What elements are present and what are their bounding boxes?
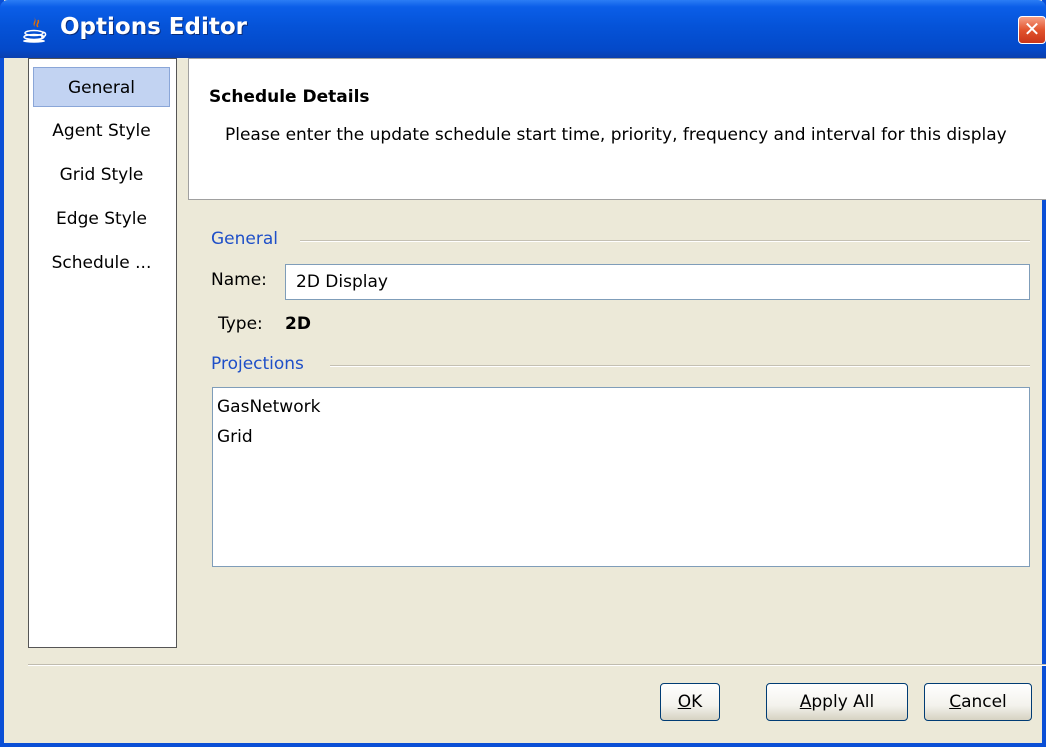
title-bar[interactable]: Options Editor ✕ xyxy=(0,0,1046,58)
list-item[interactable]: GasNetwork xyxy=(217,397,320,417)
sidebar-item-general[interactable]: General xyxy=(33,67,170,107)
name-input[interactable]: 2D Display xyxy=(285,264,1030,300)
sidebar-item-edge-style[interactable]: Edge Style xyxy=(33,199,170,239)
sidebar-item-label: Agent Style xyxy=(52,121,151,141)
sidebar-item-label: General xyxy=(68,78,135,98)
footer-divider xyxy=(28,664,1046,666)
general-section-divider xyxy=(300,240,1030,242)
sidebar-item-label: Schedule ... xyxy=(51,253,152,273)
projections-section-label: Projections xyxy=(211,354,304,374)
apply-all-button[interactable]: Apply All xyxy=(766,683,908,721)
list-item[interactable]: Grid xyxy=(217,427,253,447)
type-value: 2D xyxy=(285,314,311,334)
projections-list[interactable]: GasNetwork Grid xyxy=(212,387,1030,567)
ok-mnemonic: O xyxy=(677,692,692,712)
window-title: Options Editor xyxy=(60,14,247,40)
cancel-label-rest: ancel xyxy=(961,692,1007,712)
options-editor-window: Options Editor ✕ General Agent Style Gri… xyxy=(0,0,1046,747)
name-label: Name: xyxy=(211,270,267,290)
details-header: Schedule Details Please enter the update… xyxy=(188,58,1046,200)
apply-all-label-rest: pply All xyxy=(811,692,875,712)
header-description: Please enter the update schedule start t… xyxy=(225,125,1007,145)
java-icon xyxy=(23,17,47,43)
ok-label-rest: K xyxy=(691,692,703,712)
options-sidebar: General Agent Style Grid Style Edge Styl… xyxy=(28,58,177,648)
sidebar-item-grid-style[interactable]: Grid Style xyxy=(33,155,170,195)
sidebar-item-label: Edge Style xyxy=(56,209,147,229)
header-title: Schedule Details xyxy=(209,87,370,107)
projections-section-divider xyxy=(330,365,1030,367)
sidebar-item-schedule[interactable]: Schedule ... xyxy=(33,243,170,283)
sidebar-item-agent-style[interactable]: Agent Style xyxy=(33,111,170,151)
sidebar-item-label: Grid Style xyxy=(59,165,144,185)
apply-all-mnemonic: A xyxy=(799,692,812,712)
cancel-button[interactable]: Cancel xyxy=(924,683,1032,721)
ok-button[interactable]: OK xyxy=(660,683,720,721)
close-button[interactable]: ✕ xyxy=(1018,16,1046,44)
type-label: Type: xyxy=(218,314,263,334)
general-section-label: General xyxy=(211,229,278,249)
cancel-mnemonic: C xyxy=(949,692,962,712)
